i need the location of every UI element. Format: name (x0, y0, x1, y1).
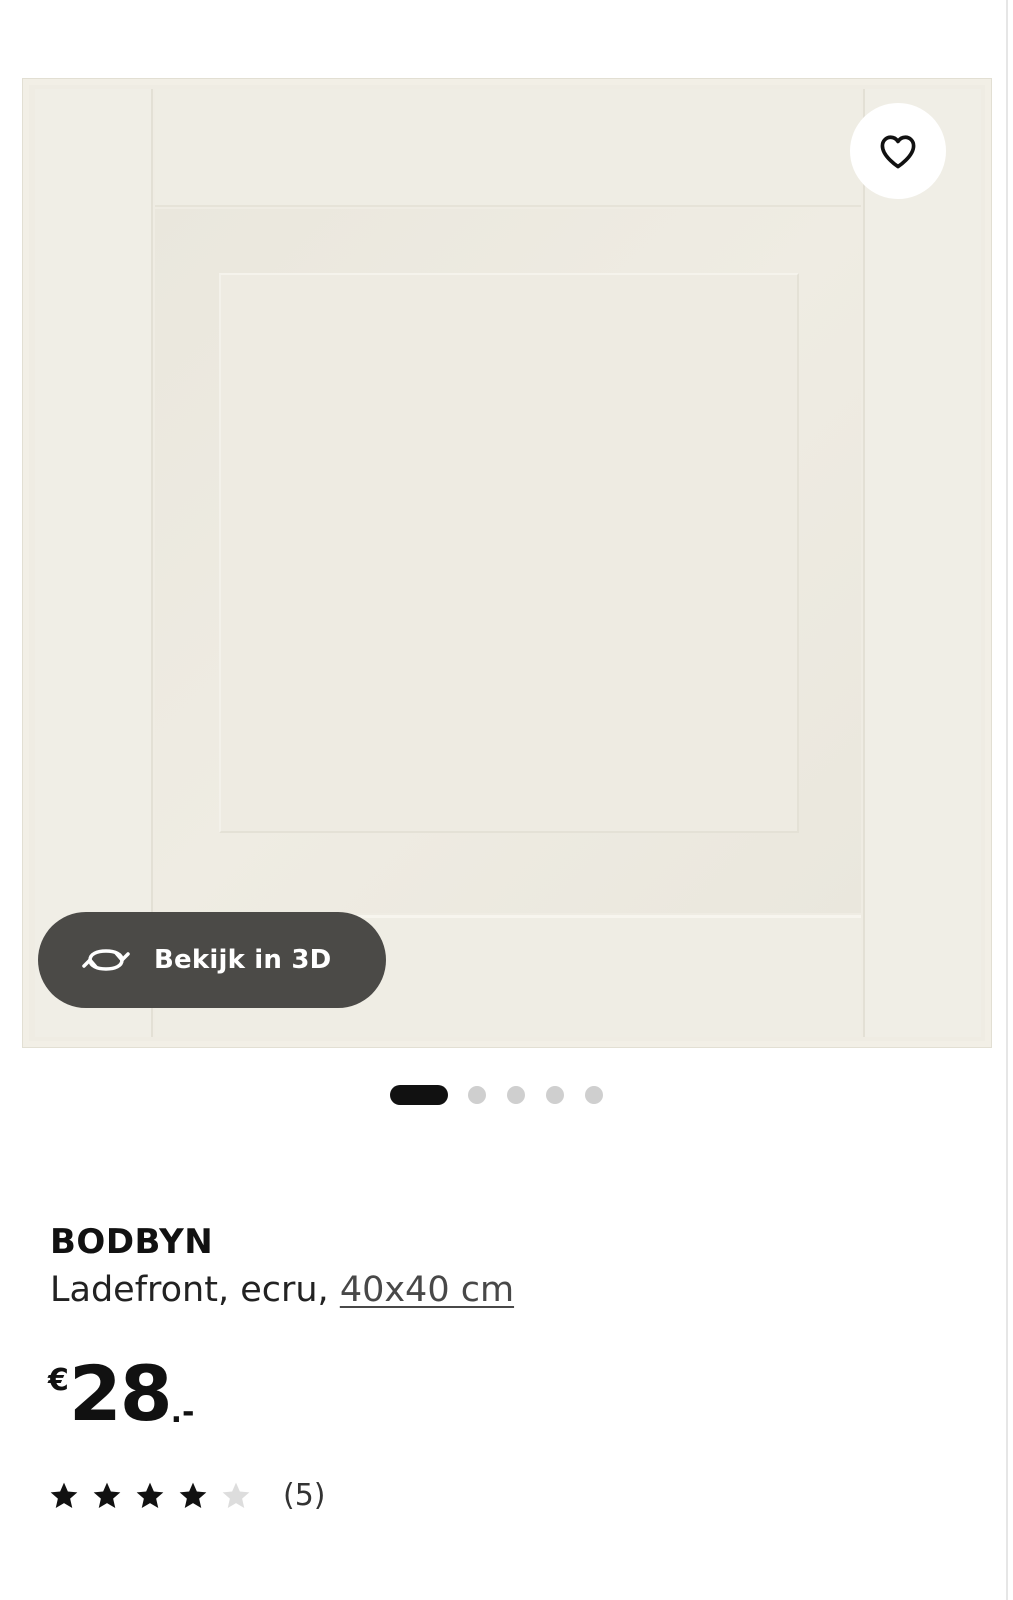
price-integer: 28 (68, 1349, 173, 1438)
carousel-dot[interactable] (585, 1086, 603, 1104)
heart-outline-icon (880, 135, 916, 169)
price-decimal: .- (170, 1395, 195, 1430)
star-filled-icon (50, 1482, 78, 1508)
favorite-button[interactable] (850, 103, 946, 199)
product-name: BODBYN (50, 1222, 214, 1262)
product-page: Bekijk in 3D BODBYN Ladefront, ecru, 40x… (0, 0, 1013, 1600)
page-scroll-edge (1006, 0, 1008, 1600)
product-image-gallery[interactable]: Bekijk in 3D (22, 78, 992, 1048)
door-rail-top (155, 89, 861, 207)
rotate-3d-icon (82, 949, 130, 971)
view-in-3d-label: Bekijk in 3D (154, 945, 332, 975)
star-filled-icon (136, 1482, 164, 1508)
product-description-text: Ladefront, ecru, (50, 1270, 340, 1310)
product-image (22, 78, 992, 1048)
door-panel-inner (219, 273, 799, 833)
rating-count: (5) (283, 1478, 326, 1513)
product-rating[interactable]: (5) (48, 1478, 326, 1513)
star-empty-icon (222, 1482, 250, 1508)
product-price: € 28 .- (48, 1352, 195, 1436)
view-in-3d-button[interactable]: Bekijk in 3D (38, 912, 386, 1008)
star-filled-icon (179, 1482, 207, 1508)
carousel-dot[interactable] (507, 1086, 525, 1104)
door-stile-left (35, 89, 153, 1037)
product-size-link[interactable]: 40x40 cm (340, 1270, 514, 1310)
carousel-dot[interactable] (546, 1086, 564, 1104)
carousel-dot[interactable] (468, 1086, 486, 1104)
door-stile-right (863, 89, 981, 1037)
carousel-indicator (390, 1084, 624, 1106)
star-filled-icon (93, 1482, 121, 1508)
carousel-dot-active[interactable] (390, 1085, 448, 1105)
price-currency: € (48, 1363, 69, 1398)
product-description: Ladefront, ecru, 40x40 cm (50, 1270, 514, 1310)
